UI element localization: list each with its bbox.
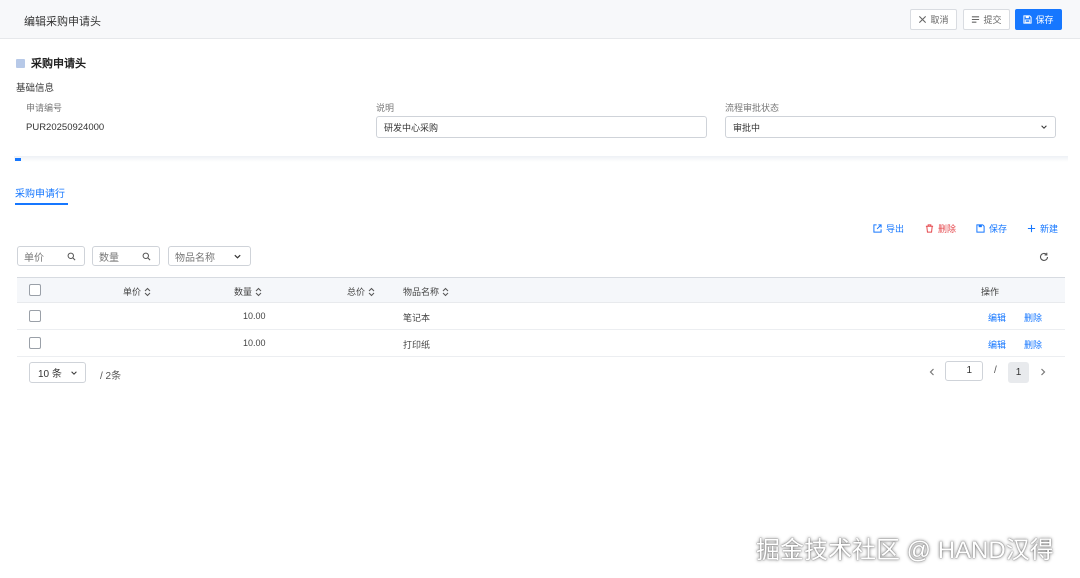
row-delete-link[interactable]: 删除 bbox=[1024, 311, 1042, 324]
page-title: 编辑采购申请头 bbox=[24, 16, 101, 28]
plus-icon bbox=[1027, 224, 1036, 233]
save-button-label: 保存 bbox=[1035, 15, 1054, 25]
page-size-select[interactable]: 10 条 bbox=[29, 362, 86, 383]
sort-icon bbox=[368, 287, 375, 296]
request-no-label: 申请编号 bbox=[26, 103, 63, 113]
section-title: 采购申请头 bbox=[31, 58, 86, 70]
total-count: / 2条 bbox=[100, 371, 122, 382]
page-separator: / bbox=[994, 365, 997, 376]
watermark-text: 掘金技术社区 @ HAND汉得 bbox=[756, 537, 1054, 564]
table-header: 单价 数量 总价 物品名称 操作 bbox=[17, 277, 1065, 303]
chevron-left-icon[interactable] bbox=[927, 367, 937, 377]
section-divider bbox=[14, 156, 1068, 162]
cancel-button-label: 取消 bbox=[930, 15, 949, 25]
submit-button-label: 提交 bbox=[983, 15, 1002, 25]
column-quantity-label: 数量 bbox=[234, 287, 253, 297]
column-operation: 操作 bbox=[981, 285, 999, 298]
column-operation-label: 操作 bbox=[981, 287, 1000, 297]
item-name-placeholder: 物品名称 bbox=[175, 252, 215, 264]
row-checkbox[interactable] bbox=[29, 337, 41, 349]
cell-quantity: 10.00 bbox=[243, 311, 266, 321]
export-button[interactable]: 导出 bbox=[873, 222, 904, 235]
unit-price-placeholder: 单价 bbox=[24, 252, 44, 264]
column-total-price-label: 总价 bbox=[347, 287, 366, 297]
collapse-handle[interactable] bbox=[15, 158, 21, 161]
column-unit-price-label: 单价 bbox=[123, 287, 142, 297]
section-marker-icon bbox=[16, 58, 25, 68]
table-row: 10.00 打印纸 编辑 删除 bbox=[17, 330, 1065, 357]
description-input[interactable]: 研发中心采购 bbox=[376, 116, 707, 138]
workflow-status-select[interactable]: 审批中 bbox=[725, 116, 1056, 138]
row-delete-link[interactable]: 删除 bbox=[1024, 338, 1042, 351]
cell-item-name: 笔记本 bbox=[403, 313, 431, 323]
search-icon bbox=[142, 252, 151, 261]
request-no-value: PUR20250924000 bbox=[26, 122, 105, 133]
chevron-down-icon bbox=[1041, 125, 1047, 129]
trash-icon bbox=[925, 224, 934, 233]
row-checkbox[interactable] bbox=[29, 310, 41, 322]
column-quantity[interactable]: 数量 bbox=[234, 285, 262, 298]
export-icon bbox=[873, 224, 882, 233]
list-icon bbox=[972, 16, 980, 23]
sort-icon bbox=[442, 287, 449, 296]
row-edit-link[interactable]: 编辑 bbox=[988, 338, 1006, 351]
cell-item-name: 打印纸 bbox=[403, 340, 431, 350]
column-item-name[interactable]: 物品名称 bbox=[403, 285, 449, 298]
close-icon bbox=[919, 15, 927, 24]
save-lines-button[interactable]: 保存 bbox=[976, 222, 1007, 235]
tab-active-indicator bbox=[15, 203, 68, 205]
new-label: 新建 bbox=[1040, 224, 1059, 234]
group-title: 基础信息 bbox=[16, 83, 55, 94]
unit-price-filter[interactable]: 单价 bbox=[17, 246, 85, 266]
description-label: 说明 bbox=[376, 103, 395, 113]
tab-purchase-lines[interactable]: 采购申请行 bbox=[15, 185, 65, 200]
search-icon bbox=[67, 252, 76, 261]
save-icon bbox=[1023, 15, 1033, 24]
new-button[interactable]: 新建 bbox=[1027, 222, 1058, 235]
page: 编辑采购申请头 取消 提交 保存 采购申请头 基础信息 申请编号 PUR2025… bbox=[0, 0, 1080, 578]
select-all-checkbox[interactable] bbox=[29, 284, 41, 296]
table-row: 10.00 笔记本 编辑 删除 bbox=[17, 303, 1065, 330]
chevron-down-icon bbox=[234, 254, 241, 259]
quantity-filter[interactable]: 数量 bbox=[92, 246, 160, 266]
item-name-filter[interactable]: 物品名称 bbox=[168, 246, 251, 266]
row-edit-link[interactable]: 编辑 bbox=[988, 311, 1006, 324]
page-number-input[interactable]: 1 bbox=[945, 361, 983, 381]
save-button[interactable]: 保存 bbox=[1015, 9, 1062, 30]
quantity-placeholder: 数量 bbox=[99, 252, 119, 264]
description-value: 研发中心采购 bbox=[384, 122, 439, 133]
section-header: 采购申请头 bbox=[16, 55, 86, 71]
cancel-button[interactable]: 取消 bbox=[910, 9, 957, 30]
column-unit-price[interactable]: 单价 bbox=[123, 285, 151, 298]
page-header: 编辑采购申请头 取消 提交 保存 bbox=[0, 0, 1080, 39]
submit-button[interactable]: 提交 bbox=[963, 9, 1010, 30]
column-total-price[interactable]: 总价 bbox=[347, 285, 375, 298]
export-label: 导出 bbox=[886, 224, 905, 234]
sort-icon bbox=[255, 287, 262, 296]
save-icon bbox=[976, 224, 985, 233]
workflow-status-value: 审批中 bbox=[733, 122, 761, 133]
workflow-status-label: 流程审批状态 bbox=[725, 103, 780, 113]
sort-icon bbox=[144, 287, 151, 296]
delete-label: 删除 bbox=[938, 224, 957, 234]
page-size-value: 10 条 bbox=[38, 369, 62, 380]
delete-button[interactable]: 删除 bbox=[925, 222, 956, 235]
save-lines-label: 保存 bbox=[989, 224, 1008, 234]
page-total-button[interactable]: 1 bbox=[1008, 362, 1029, 383]
column-item-name-label: 物品名称 bbox=[403, 287, 440, 297]
refresh-icon[interactable] bbox=[1039, 252, 1049, 262]
chevron-right-icon[interactable] bbox=[1038, 367, 1048, 377]
cell-quantity: 10.00 bbox=[243, 338, 266, 348]
chevron-down-icon bbox=[71, 371, 77, 375]
